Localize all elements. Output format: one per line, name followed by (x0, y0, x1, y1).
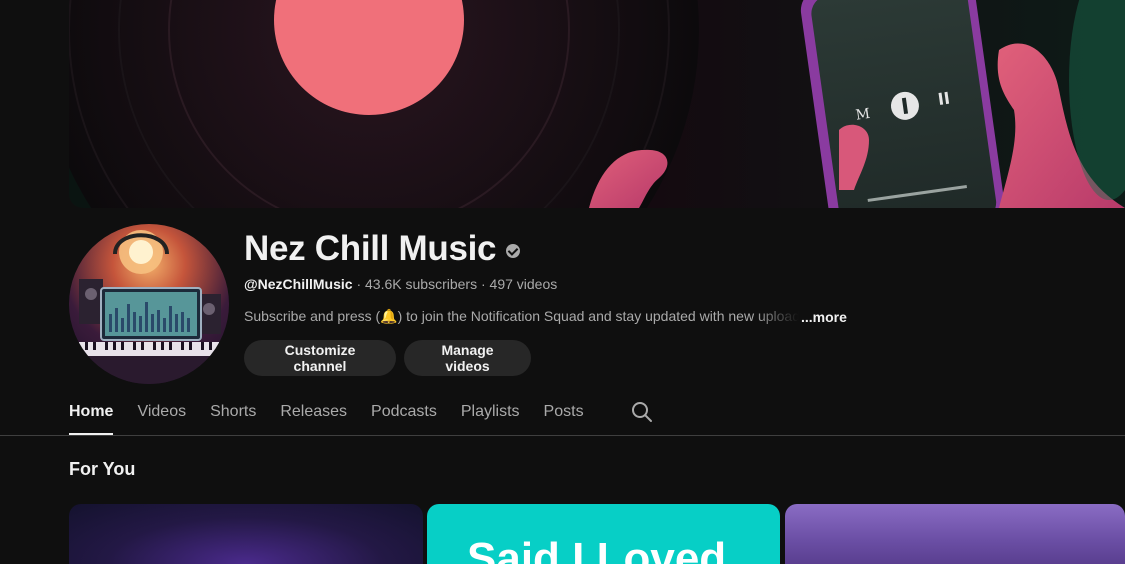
manage-videos-button[interactable]: Manage videos (404, 340, 531, 376)
channel-title: Nez Chill Music (244, 229, 497, 268)
video-count: 497 videos (489, 276, 558, 292)
customize-channel-button[interactable]: Customize channel (244, 340, 396, 376)
tab-home[interactable]: Home (69, 395, 114, 435)
avatar-studio-artwork (69, 230, 229, 384)
video-thumbnail[interactable]: Said I Loved (427, 504, 780, 564)
svg-text:M: M (855, 106, 871, 124)
channel-name-row: Nez Chill Music (244, 228, 521, 270)
subscriber-count: 43.6K subscribers (365, 276, 478, 292)
description-text: Subscribe and press (🔔) to join the Noti… (244, 308, 799, 324)
section-title: For You (69, 459, 136, 479)
thumbnail-text: Said I Loved (467, 534, 727, 564)
video-thumbnail[interactable] (69, 504, 423, 564)
tab-playlists[interactable]: Playlists (461, 395, 520, 435)
channel-handle: @NezChillMusic (244, 276, 353, 292)
phone-illustration: M (800, 0, 1005, 208)
channel-banner: M (69, 0, 1125, 208)
channel-meta: @NezChillMusic · 43.6K subscribers · 497… (244, 276, 557, 292)
tab-posts[interactable]: Posts (544, 395, 584, 435)
tab-podcasts[interactable]: Podcasts (371, 395, 437, 435)
more-link[interactable]: ...more (801, 309, 847, 325)
meta-separator: · (480, 276, 486, 292)
tab-videos[interactable]: Videos (137, 395, 186, 435)
tabs-divider (0, 435, 1125, 436)
channel-tabs: Home Videos Shorts Releases Podcasts Pla… (69, 395, 608, 435)
tab-shorts[interactable]: Shorts (210, 395, 256, 435)
channel-description[interactable]: Subscribe and press (🔔) to join the Noti… (244, 308, 847, 325)
tab-releases[interactable]: Releases (280, 395, 347, 435)
meta-separator: · (356, 276, 362, 292)
banner-artwork: M (69, 0, 1125, 208)
channel-avatar[interactable] (69, 224, 229, 384)
video-thumbnail[interactable] (785, 504, 1125, 564)
search-icon[interactable] (630, 400, 654, 424)
verified-badge-icon (506, 244, 521, 258)
